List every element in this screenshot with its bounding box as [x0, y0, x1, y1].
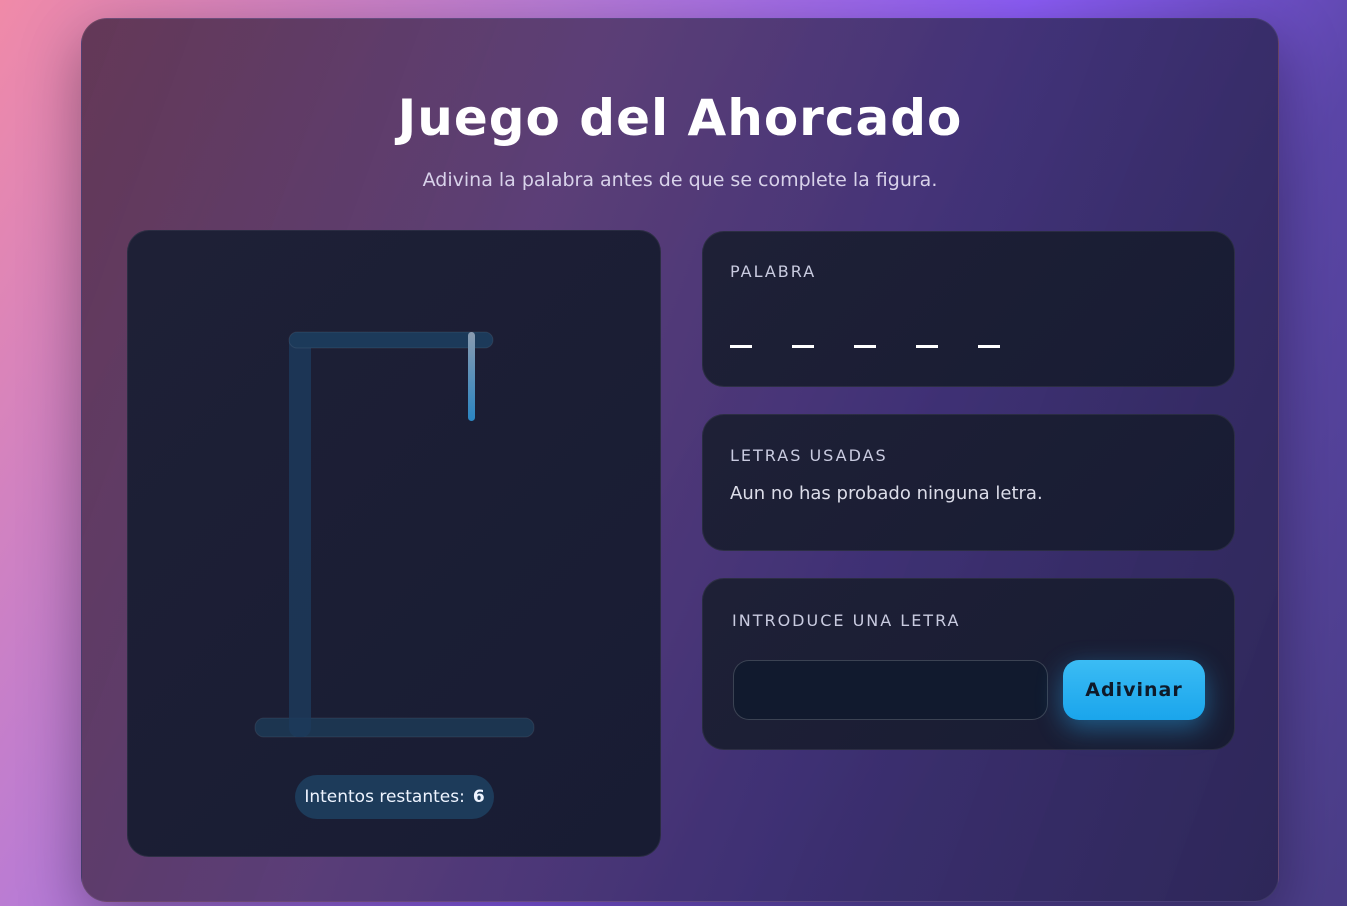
- gallows-rope: [468, 332, 475, 421]
- gallows-drawing: [254, 331, 535, 738]
- word-panel: PALABRA: [702, 231, 1235, 387]
- guess-button[interactable]: Adivinar: [1063, 660, 1205, 720]
- guess-panel: INTRODUCE UNA LETRA Adivinar: [702, 578, 1235, 750]
- word-slots: [730, 345, 1000, 348]
- guess-label: INTRODUCE UNA LETRA: [732, 611, 961, 630]
- attempts-count: 6: [472, 787, 485, 807]
- word-label: PALABRA: [730, 262, 817, 281]
- letter-slot: [916, 345, 938, 348]
- letter-slot: [978, 345, 1000, 348]
- page-subtitle: Adivina la palabra antes de que se compl…: [422, 169, 938, 191]
- game-card: Juego del Ahorcado Adivina la palabra an…: [81, 18, 1279, 902]
- used-letters-empty-text: Aun no has probado ninguna letra.: [730, 483, 1043, 504]
- letter-slot: [792, 345, 814, 348]
- gallows-post: [289, 332, 311, 737]
- page-title: Juego del Ahorcado: [397, 89, 963, 147]
- letter-slot: [854, 345, 876, 348]
- used-letters-panel: LETRAS USADAS Aun no has probado ninguna…: [702, 414, 1235, 551]
- letter-input[interactable]: [733, 660, 1048, 720]
- attempts-label: Intentos restantes:: [304, 787, 465, 807]
- hangman-panel: Intentos restantes: 6: [127, 230, 661, 857]
- letter-slot: [730, 345, 752, 348]
- gallows-beam: [288, 331, 494, 349]
- used-letters-label: LETRAS USADAS: [730, 446, 888, 465]
- attempts-badge: Intentos restantes: 6: [295, 775, 494, 819]
